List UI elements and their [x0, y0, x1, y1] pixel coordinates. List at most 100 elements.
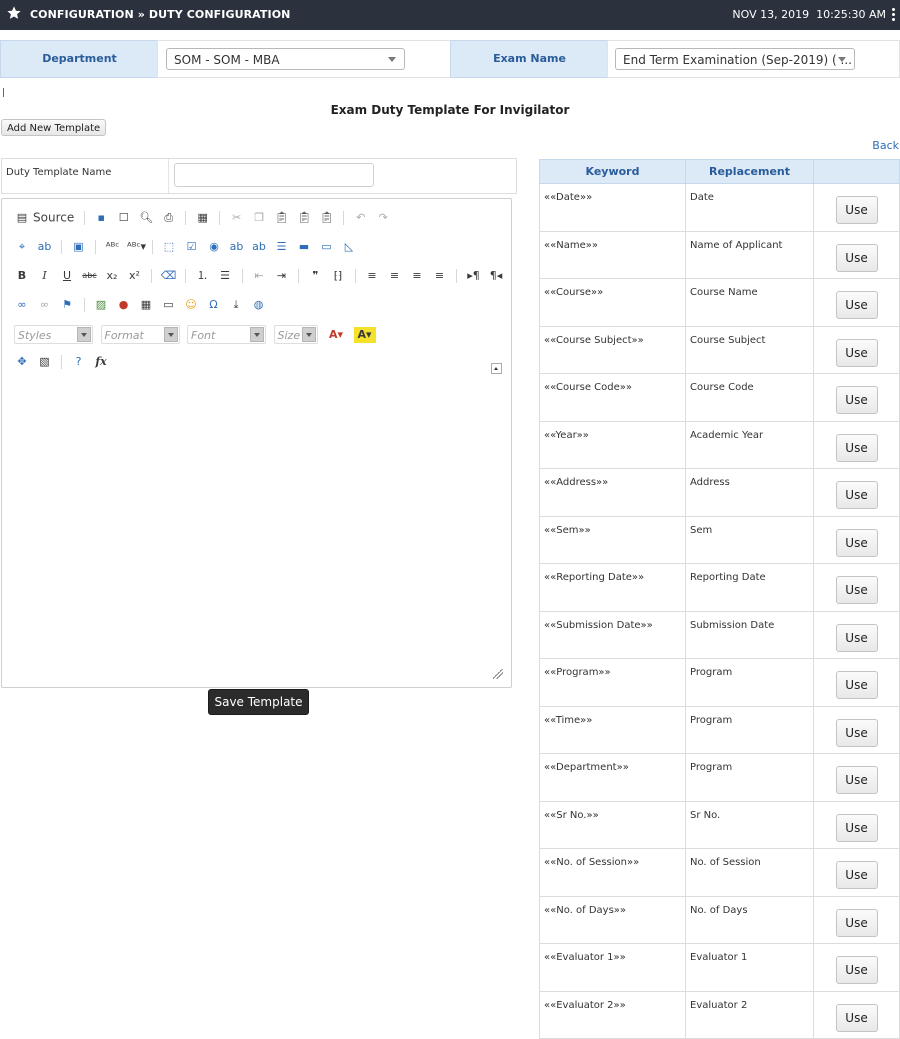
- table-icon[interactable]: ▦: [138, 297, 154, 313]
- textarea-icon[interactable]: ab: [251, 239, 267, 255]
- paste-text-icon[interactable]: 📋︎: [296, 210, 312, 226]
- add-new-template-button[interactable]: Add New Template: [1, 119, 107, 136]
- formula-fx-icon[interactable]: fx: [93, 354, 109, 370]
- anchor-flag-icon[interactable]: ⚑: [59, 297, 75, 313]
- paste-word-icon[interactable]: 📋︎: [319, 210, 335, 226]
- underline-icon[interactable]: U: [59, 268, 75, 284]
- radio-icon[interactable]: ◉: [206, 239, 222, 255]
- remove-format-icon[interactable]: ⌫: [161, 268, 177, 284]
- maximize-icon[interactable]: ✥: [14, 354, 30, 370]
- outdent-icon[interactable]: ⇤: [251, 268, 267, 284]
- horizontal-rule-icon[interactable]: ▭: [161, 297, 177, 313]
- italic-icon[interactable]: I: [37, 268, 53, 284]
- blockquote-icon[interactable]: ❞: [308, 268, 324, 284]
- div-icon[interactable]: ⁅⁆: [330, 268, 346, 284]
- source-button[interactable]: ▤ Source: [14, 210, 74, 226]
- align-left-icon[interactable]: ≡: [364, 268, 380, 284]
- table-row: ««Sem»» Sem Use: [539, 515, 900, 564]
- use-button[interactable]: Use: [835, 386, 878, 415]
- back-link[interactable]: Back: [872, 139, 899, 152]
- spellcheck-icon[interactable]: ᴬᴮᶜ: [105, 239, 121, 255]
- size-dropdown[interactable]: Size: [273, 325, 318, 344]
- redo-icon[interactable]: ↷: [375, 210, 391, 226]
- help-icon[interactable]: ?: [71, 354, 87, 370]
- collapse-toolbar-icon[interactable]: [491, 363, 502, 374]
- undo-icon[interactable]: ↶: [353, 210, 369, 226]
- use-button[interactable]: Use: [835, 481, 878, 510]
- select-all-icon[interactable]: ▣: [71, 239, 87, 255]
- show-blocks-icon[interactable]: ▧: [37, 354, 53, 370]
- image-button-icon[interactable]: ▭: [319, 239, 335, 255]
- link-icon[interactable]: ∞: [14, 297, 30, 313]
- superscript-icon[interactable]: x²: [127, 268, 143, 284]
- use-button[interactable]: Use: [835, 718, 878, 747]
- table-row: ««Course»» Course Name Use: [539, 278, 900, 327]
- divider: [3, 88, 4, 97]
- use-button[interactable]: Use: [835, 861, 878, 890]
- save-icon[interactable]: ▪: [93, 210, 109, 226]
- copy-icon[interactable]: ❐: [251, 210, 267, 226]
- table-row: ««Address»» Address Use: [539, 468, 900, 517]
- use-button[interactable]: Use: [835, 766, 878, 795]
- spellcheck-dropdown-icon[interactable]: ᴬᴮᶜ▾: [127, 239, 146, 255]
- strikethrough-icon[interactable]: abc: [82, 268, 98, 284]
- use-button[interactable]: Use: [835, 623, 878, 652]
- background-color-icon[interactable]: A▾: [353, 326, 376, 343]
- use-button[interactable]: Use: [835, 338, 878, 367]
- form-icon[interactable]: ⬚: [161, 239, 177, 255]
- iframe-globe-icon[interactable]: ◍: [251, 297, 267, 313]
- numbered-list-icon[interactable]: ⒈: [195, 268, 211, 284]
- preview-icon[interactable]: 🔍︎: [138, 210, 154, 226]
- align-right-icon[interactable]: ≡: [409, 268, 425, 284]
- exam-name-select[interactable]: End Term Examination (Sep-2019) ( ...: [615, 48, 855, 70]
- resize-handle-icon[interactable]: [493, 669, 503, 679]
- paste-icon[interactable]: 📋︎: [274, 210, 290, 226]
- more-menu-icon[interactable]: [892, 8, 895, 23]
- use-button[interactable]: Use: [835, 196, 878, 225]
- use-button[interactable]: Use: [835, 671, 878, 700]
- styles-dropdown[interactable]: Styles: [14, 325, 93, 344]
- department-select[interactable]: SOM - SOM - MBA: [166, 48, 405, 70]
- replace-icon[interactable]: ab: [37, 239, 53, 255]
- unlink-icon[interactable]: ∞: [37, 297, 53, 313]
- use-button[interactable]: Use: [835, 908, 878, 937]
- templates-icon[interactable]: ▦: [195, 210, 211, 226]
- use-button[interactable]: Use: [835, 576, 878, 605]
- special-char-icon[interactable]: Ω: [206, 297, 222, 313]
- use-button[interactable]: Use: [835, 243, 878, 272]
- use-button[interactable]: Use: [835, 528, 878, 557]
- text-color-icon[interactable]: A▾: [325, 327, 347, 343]
- image-icon[interactable]: ▨: [93, 297, 109, 313]
- smiley-icon[interactable]: ☺: [183, 297, 199, 313]
- use-button[interactable]: Use: [835, 813, 878, 842]
- text-field-icon[interactable]: ab: [229, 239, 245, 255]
- use-button[interactable]: Use: [835, 291, 878, 320]
- use-button[interactable]: Use: [835, 433, 878, 462]
- ltr-icon[interactable]: ▸¶: [466, 268, 482, 284]
- bulleted-list-icon[interactable]: ☰: [217, 268, 233, 284]
- find-icon[interactable]: ⌖: [14, 239, 30, 255]
- bold-icon[interactable]: B: [14, 268, 30, 284]
- department-select-value: SOM - SOM - MBA: [174, 53, 280, 67]
- use-button[interactable]: Use: [835, 1003, 878, 1032]
- font-dropdown[interactable]: Font: [187, 325, 266, 344]
- print-icon[interactable]: ⎙: [161, 210, 177, 226]
- new-page-icon[interactable]: ☐: [116, 210, 132, 226]
- page-break-icon[interactable]: ⤓: [228, 297, 244, 313]
- button-icon[interactable]: ▬: [296, 239, 312, 255]
- align-center-icon[interactable]: ≡: [387, 268, 403, 284]
- justify-icon[interactable]: ≡: [432, 268, 448, 284]
- checkbox-icon[interactable]: ☑: [184, 239, 200, 255]
- template-name-input[interactable]: [174, 163, 374, 187]
- flash-icon[interactable]: ●: [116, 297, 132, 313]
- subscript-icon[interactable]: x₂: [104, 268, 120, 284]
- hidden-field-icon[interactable]: ◺: [341, 239, 357, 255]
- use-button[interactable]: Use: [835, 956, 878, 985]
- star-icon[interactable]: [6, 5, 22, 21]
- format-dropdown[interactable]: Format: [100, 325, 180, 344]
- cut-icon[interactable]: ✂: [229, 210, 245, 226]
- indent-icon[interactable]: ⇥: [274, 268, 290, 284]
- select-field-icon[interactable]: ☰: [274, 239, 290, 255]
- rtl-icon[interactable]: ¶◂: [488, 268, 504, 284]
- save-template-button[interactable]: Save Template: [208, 689, 309, 715]
